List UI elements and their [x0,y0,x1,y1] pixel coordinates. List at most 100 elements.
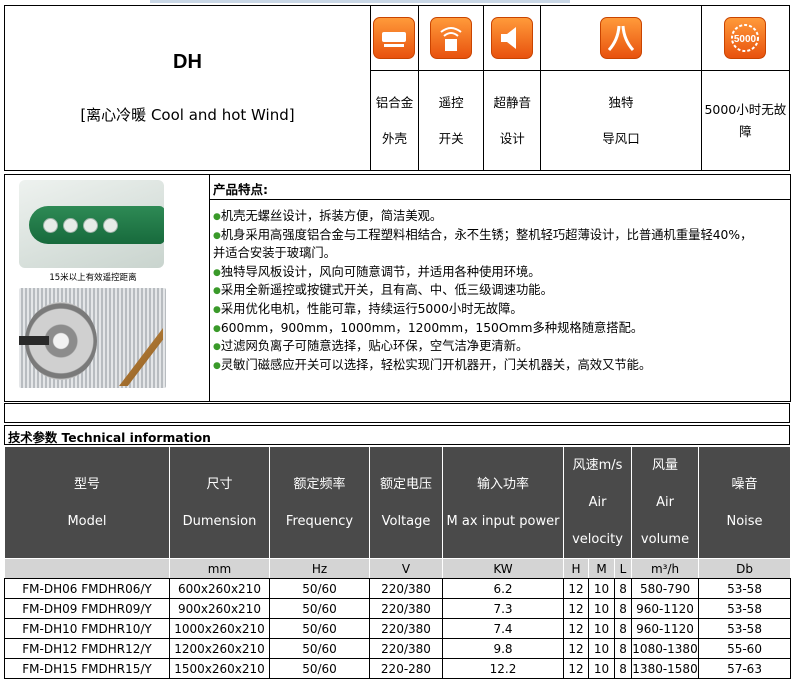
motor-photo [19,288,166,388]
cell-velocity-high: 12 [563,658,589,679]
feature-label-remote-switch: 遥控 开关 [418,70,485,171]
cell-velocity-medium: 10 [588,618,615,639]
cell-voltage: 220-280 [369,658,443,679]
feature-bullet: 机身采用高强度铝合金与工程塑料相结合，永不生锈；整机轻巧超薄设计，比普通机重量轻… [213,227,786,246]
cell-noise: 53-58 [698,598,792,619]
cell-model: FM-DH10 FMDHR10/Y [4,618,170,639]
cell-velocity-medium: 10 [588,638,615,659]
air-guide-icon [600,17,643,59]
cell-velocity-high: 12 [563,578,589,599]
feature-bullet-continued: 并适合安装于玻璃门。 [213,246,336,261]
cell-frequency: 50/60 [269,618,370,639]
unit-frequency: Hz [269,558,370,579]
cell-velocity-low: 8 [613,658,633,679]
cell-model: FM-DH15 FMDHR15/Y [4,658,170,679]
feature-text-column: 产品特点: 机壳无螺丝设计，拆装方便，简洁美观。 机身采用高强度铝合金与工程塑料… [209,174,791,402]
feature-label-air-guide: 独特 导风口 [540,70,702,171]
cell-voltage: 220/380 [369,578,443,599]
cell-dimension: 1500x260x210 [169,658,270,679]
cell-velocity-low: 8 [613,618,633,639]
cell-noise: 55-60 [698,638,792,659]
cell-air-volume: 960-1120 [631,598,700,619]
unit-velocity-high: H [563,558,589,579]
cell-model: FM-DH09 FMDHR09/Y [4,598,170,619]
unit-air-volume: m³/h [631,558,700,579]
col-header-noise: 噪音 Noise [698,446,792,559]
cell-air-volume: 960-1120 [631,618,700,639]
col-header-voltage: 额定电压 Voltage [369,446,443,559]
unit-velocity-low: L [613,558,633,579]
col-header-power: 输入功率 M ax input power [442,446,564,559]
top-strip [150,0,570,3]
table-row: FM-DH12 FMDHR12/Y 1200x260x210 50/60 220/38… [4,638,792,659]
tech-info-title: 技术参数 Technical information [4,425,790,445]
feature-bullet: 过滤网负离子可随意选择，贴心环保，空气洁净更清新。 [213,338,786,357]
product-features: 15米以上有效遥控距离 产品特点: 机壳无螺丝设计，拆装方便，简洁美观。 机身采… [4,174,791,402]
col-header-frequency: 额定频率 Frequency [269,446,370,559]
cell-frequency: 50/60 [269,578,370,599]
remote-caption: 15米以上有效遥控距离 [49,273,137,283]
cell-dimension: 1200x260x210 [169,638,270,659]
cell-velocity-high: 12 [563,598,589,619]
cell-noise: 53-58 [698,618,792,639]
feature-bullet: 机壳无螺丝设计，拆装方便，简洁美观。 [213,208,786,227]
cell-power: 7.4 [442,618,564,639]
spec-table: 型号 Model 尺寸 Dumension 额定频率 Frequency 额定电压 Vo… [4,446,792,679]
feature-bullet: 600mm，900mm，1000mm，1200mm，150Omm多种规格随意搭配… [213,320,786,339]
spec-body: FM-DH06 FMDHR06/Y 600x260x210 50/60 220/380… [4,578,792,679]
product-header: DH [离心冷暖 Cool and hot Wind] 5000 铝合金 外壳 … [4,5,791,171]
feature-icon-cell: 5000 [700,5,791,71]
cell-power: 7.3 [442,598,564,619]
feature-label-aluminum-shell: 铝合金 外壳 [369,70,420,171]
spec-unit-row: mm Hz V KW H M L m³/h Db [4,558,792,579]
table-row: FM-DH06 FMDHR06/Y 600x260x210 50/60 220/380… [4,578,792,599]
5000-hours-badge-icon: 5000 [724,17,767,59]
feature-bullet: 采用全新遥控或按键式开关，且有高、中、低三级调速功能。 [213,282,786,301]
feature-bullet: 灵敏门磁感应开关可以选择，轻松实现门开机器开，门关机器关，高效又节能。 [213,357,786,376]
feature-bullet: 独特导风板设计，风向可随意调节，并适用各种使用环境。 [213,264,786,283]
feature-icon-cell [540,5,702,71]
table-row: FM-DH09 FMDHR09/Y 900x260x210 50/60 220/380… [4,598,792,619]
unit-dimension: mm [169,558,270,579]
col-header-air-velocity: 风速m/s Air velocity [562,446,633,559]
table-row: FM-DH15 FMDHR15/Y 1500x260x210 50/60 220-28… [4,658,792,679]
cell-noise: 53-58 [698,578,792,599]
cell-air-volume: 580-790 [631,578,700,599]
cell-velocity-medium: 10 [588,578,615,599]
feature-icon-cell [483,5,542,71]
feature-label-5000-hours: 5000小时无故障 [700,70,791,171]
remote-switch-icon [430,17,473,59]
badge-number: 5000 [734,34,757,45]
cell-velocity-medium: 10 [588,598,615,619]
cell-air-volume: 1080-1380 [631,638,700,659]
cell-power: 9.8 [442,638,564,659]
cell-dimension: 900x260x210 [169,598,270,619]
cell-air-volume: 1380-1580 [631,658,700,679]
aluminum-shell-icon [373,17,416,59]
spec-header-row: 型号 Model 尺寸 Dumension 额定频率 Frequency 额定电压 Vo… [4,446,792,559]
features-list: 机壳无螺丝设计，拆装方便，简洁美观。 机身采用高强度铝合金与工程塑料相结合，永不… [210,200,790,375]
cell-velocity-low: 8 [613,638,633,659]
title-cell: DH [离心冷暖 Cool and hot Wind] [4,5,371,171]
feature-bullet: 采用优化电机，性能可靠，持续运行5000小时无故障。 [213,301,786,320]
cell-model: FM-DH12 FMDHR12/Y [4,638,170,659]
unit-power: KW [442,558,564,579]
spacer-row [4,403,790,423]
cell-voltage: 220/380 [369,618,443,639]
unit-voltage: V [369,558,443,579]
feature-label-silent-design: 超静音 设计 [483,70,542,171]
cell-power: 12.2 [442,658,564,679]
cell-velocity-low: 8 [613,578,633,599]
cell-dimension: 600x260x210 [169,578,270,599]
cell-voltage: 220/380 [369,598,443,619]
col-header-model: 型号 Model [4,446,170,559]
cell-velocity-high: 12 [563,618,589,639]
unit-noise: Db [698,558,792,579]
cell-frequency: 50/60 [269,638,370,659]
table-row: FM-DH10 FMDHR10/Y 1000x260x210 50/60 220/38… [4,618,792,639]
cell-noise: 57-63 [698,658,792,679]
cell-model: FM-DH06 FMDHR06/Y [4,578,170,599]
cell-velocity-medium: 10 [588,658,615,679]
silent-design-icon [491,17,534,59]
feature-icon-cell [369,5,420,71]
